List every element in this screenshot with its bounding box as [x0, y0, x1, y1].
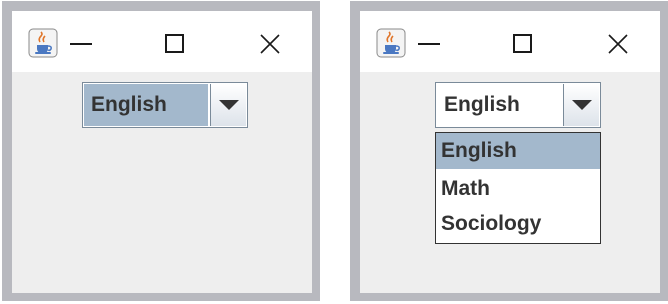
maximize-icon[interactable]: [510, 31, 534, 55]
dropdown-option-sociology[interactable]: Sociology: [436, 206, 600, 242]
left-window: English: [2, 1, 320, 301]
subject-combo-box[interactable]: English: [82, 82, 248, 128]
close-icon[interactable]: [603, 29, 633, 59]
dropdown-option-english[interactable]: English: [436, 133, 600, 169]
java-coffee-cup-icon[interactable]: [28, 28, 58, 58]
combo-selected-value[interactable]: English: [437, 84, 561, 126]
title-bar[interactable]: [12, 11, 312, 72]
dropdown-arrow-icon[interactable]: [210, 84, 246, 126]
dropdown-arrow-icon[interactable]: [563, 84, 599, 126]
dropdown-list[interactable]: English Math Sociology: [435, 132, 601, 244]
title-bar[interactable]: [360, 11, 660, 72]
maximize-icon[interactable]: [162, 31, 186, 55]
right-window: English English Math Sociology: [350, 1, 668, 301]
combo-selected-value[interactable]: English: [84, 84, 208, 126]
minimize-icon[interactable]: [416, 40, 442, 48]
minimize-icon[interactable]: [68, 40, 94, 48]
close-icon[interactable]: [255, 29, 285, 59]
subject-combo-box[interactable]: English: [435, 82, 601, 128]
content-pane: English: [12, 72, 312, 293]
java-coffee-cup-icon[interactable]: [376, 28, 406, 58]
content-pane: English English Math Sociology: [360, 72, 660, 293]
dropdown-option-math[interactable]: Math: [436, 171, 600, 207]
